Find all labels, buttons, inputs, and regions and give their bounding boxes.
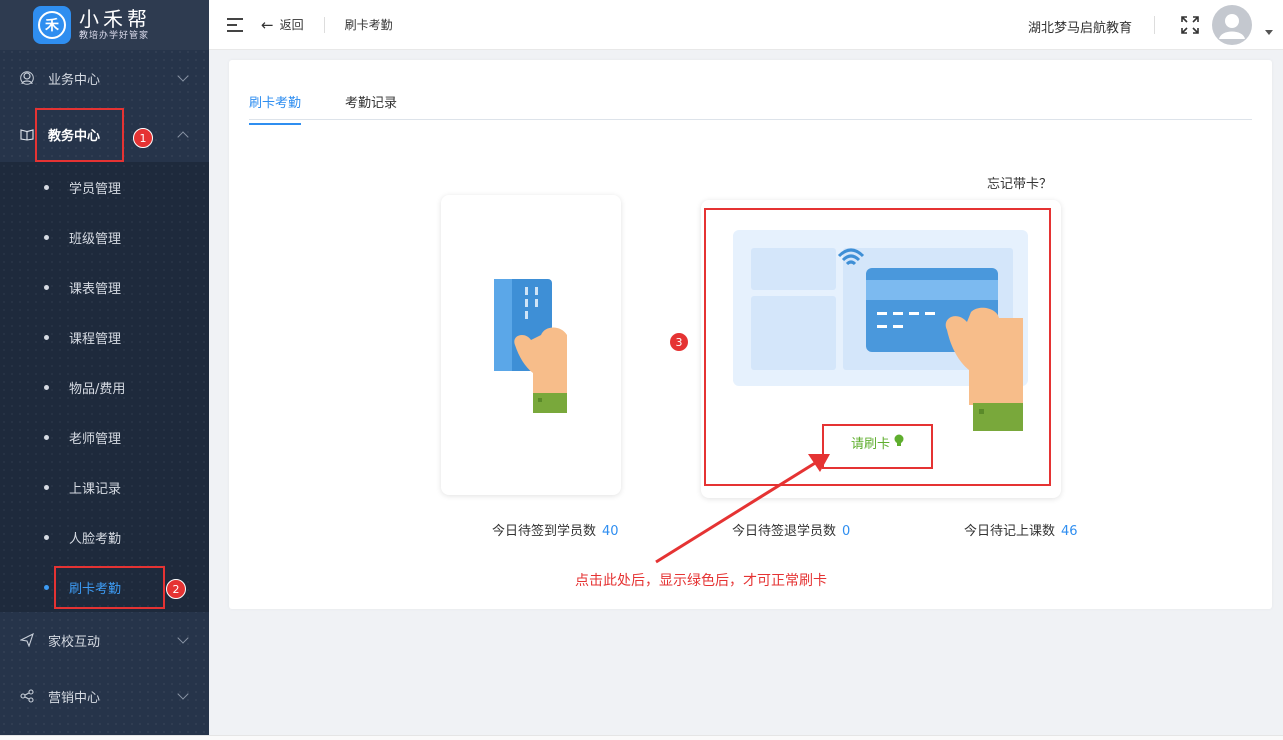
sidebar-item-classes[interactable]: 班级管理 [0,212,209,262]
organization-name: 湖北梦马启航教育 [1027,21,1132,36]
annotation-badge: 3 [669,332,689,352]
sidebar-item-schedule[interactable]: 课表管理 [0,262,209,312]
tab-bar: 刷卡考勤 考勤记录 [249,88,1252,125]
book-icon [20,127,34,141]
logo-subtitle: 教培办学好管家 [79,31,150,41]
stat-label: 今日待签到学员数 [492,524,597,539]
divider [323,16,325,33]
chevron-down-icon [177,632,189,644]
chevron-down-icon [177,70,189,82]
share-icon [20,689,34,703]
sidebar-item-items-fees[interactable]: 物品/费用 [0,362,209,412]
back-button[interactable]: ← 返回 [261,16,304,34]
breadcrumb: 刷卡考勤 [344,18,393,32]
annotation-arrow-icon [655,454,830,564]
academic-submenu: 学员管理 班级管理 课表管理 课程管理 物品/费用 老师管理 上课记录 人脸考勤… [0,162,209,612]
annotation-box [54,566,165,609]
fullscreen-icon[interactable] [1181,16,1199,34]
stat-value: 0 [842,524,851,539]
logo[interactable]: 禾 小禾帮 教培办学好管家 [0,0,209,50]
bottom-strip [0,735,1283,740]
arrow-left-icon: ← [261,15,274,34]
sidebar-item-courses[interactable]: 课程管理 [0,312,209,362]
menu-group-label: 营销中心 [48,690,101,706]
logo-icon: 禾 [33,6,71,44]
divider [1154,16,1155,34]
sidebar-item-class-records[interactable]: 上课记录 [0,462,209,512]
top-header: ← 返回 刷卡考勤 湖北梦马启航教育 [209,0,1283,50]
user-icon [20,71,34,85]
logo-glyph: 禾 [38,11,66,39]
menu-group-marketing[interactable]: 营销中心 [0,668,209,724]
avatar[interactable] [1212,5,1252,45]
forgot-card-link[interactable]: 忘记带卡？ [987,173,1052,192]
chevron-down-icon [177,688,189,700]
stat-value: 40 [602,524,619,539]
stat-pending-checkin: 今日待签到学员数 40 [492,520,619,539]
annotation-badge: 1 [133,128,153,148]
stat-value: 46 [1061,524,1078,539]
tab-card-attendance[interactable]: 刷卡考勤 [249,92,302,125]
caret-down-icon[interactable] [1265,30,1273,35]
sidebar-item-face-attendance[interactable]: 人脸考勤 [0,512,209,562]
stat-label: 今日待记上课数 [964,524,1056,539]
annotation-box [35,108,124,162]
logo-name: 小禾帮 [79,7,151,31]
menu-group-home-school[interactable]: 家校互动 [0,612,209,668]
send-icon [20,633,34,647]
chevron-up-icon [177,131,189,143]
menu-group-business[interactable]: 业务中心 [0,50,209,106]
menu-group-label: 业务中心 [48,72,101,88]
tab-attendance-records[interactable]: 考勤记录 [345,92,397,123]
back-label: 返回 [279,18,304,32]
card-hand-icon [494,279,567,413]
annotation-note: 点击此处后，显示绿色后，才可正常刷卡 [575,573,827,589]
sidebar-item-students[interactable]: 学员管理 [0,162,209,212]
menu-toggle-icon[interactable] [227,17,243,32]
annotation-badge: 2 [166,579,186,599]
stat-pending-lessons: 今日待记上课数 46 [964,520,1078,539]
card-illustration-panel [441,195,621,495]
menu-group-label: 家校互动 [48,634,101,650]
sidebar-item-teachers[interactable]: 老师管理 [0,412,209,462]
